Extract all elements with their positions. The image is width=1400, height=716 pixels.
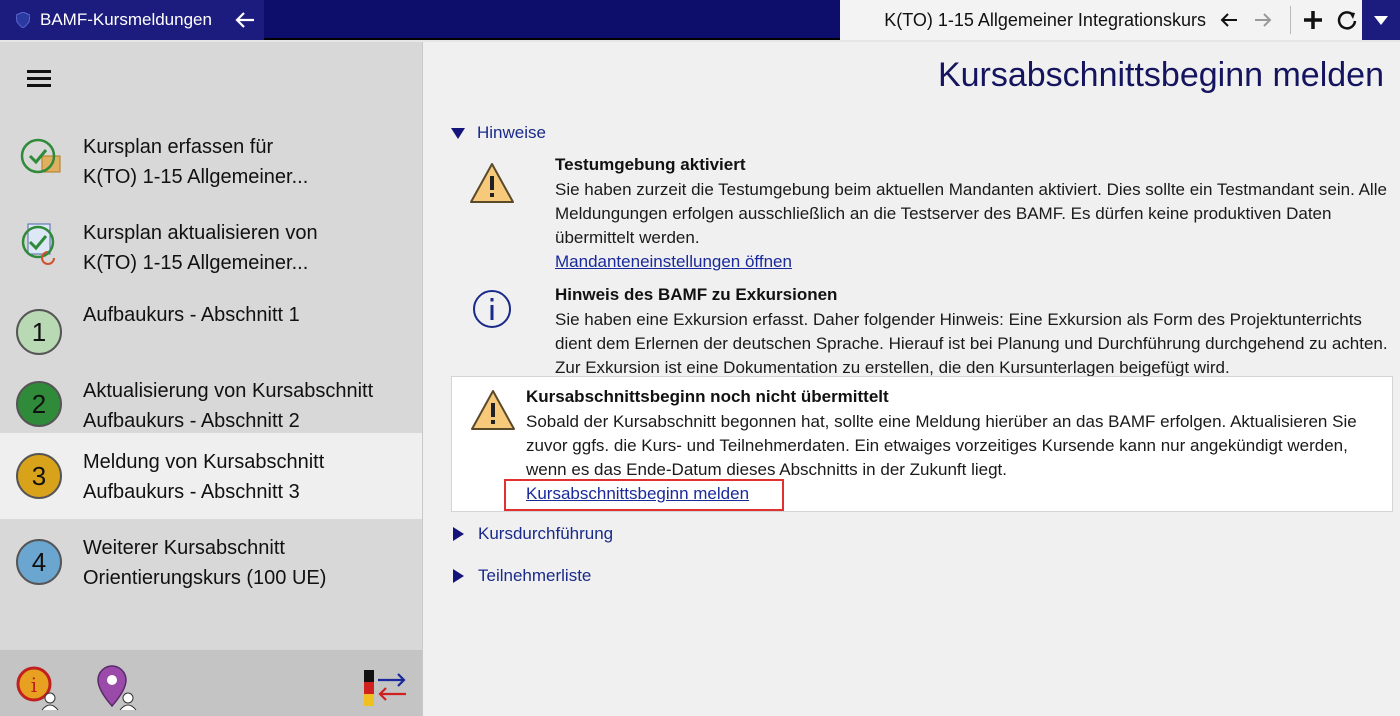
notice-testumgebung: Testumgebung aktiviert Sie haben zurzeit… <box>451 152 1393 276</box>
warning-icon <box>471 390 515 430</box>
kursabschnittsbeginn-melden-link[interactable]: Kursabschnittsbeginn melden <box>526 484 749 504</box>
sidebar-item-subtitle: K(TO) 1-15 Allgemeiner... <box>83 252 309 274</box>
section-label: Kursdurchführung <box>478 524 614 543</box>
location-contacts-icon[interactable] <box>92 662 140 712</box>
course-plan-update-icon <box>21 223 55 265</box>
notice-exkursion: Hinweis des BAMF zu Exkursionen Sie habe… <box>451 282 1393 377</box>
back-arrow-icon[interactable] <box>234 10 256 30</box>
expand-triangle-icon <box>453 527 464 541</box>
sidebar-item-subtitle: K(TO) 1-15 Allgemeiner... <box>83 166 309 188</box>
sidebar-item-title: Kursplan erfassen für <box>83 136 274 158</box>
section-teilnehmerliste-toggle[interactable]: Teilnehmerliste <box>451 566 591 586</box>
notice-title: Kursabschnittsbeginn noch nicht übermitt… <box>526 387 889 406</box>
section-label: Hinweise <box>477 123 546 142</box>
notice-body: Sie haben eine Exkursion erfasst. Daher … <box>555 310 1388 377</box>
sidebar-item-subtitle: Aufbaukurs - Abschnitt 3 <box>83 481 300 503</box>
sidebar: Kursplan erfassen für K(TO) 1-15 Allgeme… <box>0 42 422 716</box>
info-contacts-icon[interactable]: i <box>14 664 62 712</box>
language-switch-icon[interactable] <box>362 668 410 708</box>
refresh-icon[interactable] <box>1336 9 1358 31</box>
notice-title: Testumgebung aktiviert <box>555 155 746 174</box>
step-number-badge: 1 <box>16 309 62 355</box>
info-icon <box>473 290 511 328</box>
sidebar-item-abschnitt-4[interactable]: 4 Weiterer Kursabschnitt Orientierungsku… <box>0 519 422 605</box>
title-bar: BAMF-Kursmeldungen K(TO) 1-15 Allgemeine… <box>0 0 1400 40</box>
page-title: Kursabschnittsbeginn melden <box>937 56 1384 94</box>
sidebar-item-subtitle: Aufbaukurs - Abschnitt 2 <box>83 410 300 432</box>
sidebar-footer: i <box>0 650 422 716</box>
course-title: K(TO) 1-15 Allgemeiner Integrationskurs <box>884 10 1206 30</box>
nav-back-icon[interactable] <box>1218 9 1240 31</box>
notice-body: Sobald der Kursabschnitt begonnen hat, s… <box>526 412 1357 479</box>
sidebar-item-subtitle: Orientierungskurs (100 UE) <box>83 567 327 589</box>
collapse-triangle-icon <box>451 127 465 139</box>
sidebar-item-kursplan-aktualisieren[interactable]: Kursplan aktualisieren von K(TO) 1-15 Al… <box>0 204 422 290</box>
sidebar-item-title: Aufbaukurs - Abschnitt 1 <box>83 304 300 326</box>
step-number-badge: 3 <box>16 453 62 499</box>
shield-logo-icon <box>16 12 30 28</box>
sidebar-item-abschnitt-3[interactable]: 3 Meldung von Kursabschnitt Aufbaukurs -… <box>0 433 422 519</box>
main-content: Kursabschnittsbeginn melden Hinweise Tes… <box>422 42 1400 716</box>
sidebar-item-title: Aktualisierung von Kursabschnitt <box>83 380 374 402</box>
course-plan-check-icon <box>20 138 61 174</box>
mandant-settings-link[interactable]: Mandanteneinstellungen öffnen <box>555 252 792 272</box>
svg-text:i: i <box>31 673 37 697</box>
notice-body: Sie haben zurzeit die Testumgebung beim … <box>555 180 1387 247</box>
nav-forward-icon[interactable] <box>1252 9 1274 31</box>
step-number-badge: 2 <box>16 381 62 427</box>
toolbar-divider <box>1290 6 1291 34</box>
step-number-badge: 4 <box>16 539 62 585</box>
notice-title: Hinweis des BAMF zu Exkursionen <box>555 285 838 304</box>
app-name: BAMF-Kursmeldungen <box>40 10 212 29</box>
expand-triangle-icon <box>453 569 464 583</box>
warning-icon <box>470 163 514 203</box>
section-hinweise-toggle[interactable]: Hinweise <box>451 123 546 143</box>
section-kursdurchfuehrung-toggle[interactable]: Kursdurchführung <box>451 524 613 544</box>
add-icon[interactable] <box>1302 9 1324 31</box>
app-header: BAMF-Kursmeldungen <box>0 0 264 40</box>
hamburger-menu-icon[interactable] <box>27 70 51 88</box>
sidebar-item-title: Meldung von Kursabschnitt <box>83 451 325 473</box>
sidebar-item-title: Weiterer Kursabschnitt <box>83 537 285 559</box>
sidebar-item-title: Kursplan aktualisieren von <box>83 222 318 244</box>
dropdown-menu-button[interactable] <box>1362 0 1400 40</box>
sidebar-item-kursplan-erfassen[interactable]: Kursplan erfassen für K(TO) 1-15 Allgeme… <box>0 118 422 204</box>
section-label: Teilnehmerliste <box>478 566 592 585</box>
notice-kursabschnittsbeginn: Kursabschnittsbeginn noch nicht übermitt… <box>451 376 1393 512</box>
